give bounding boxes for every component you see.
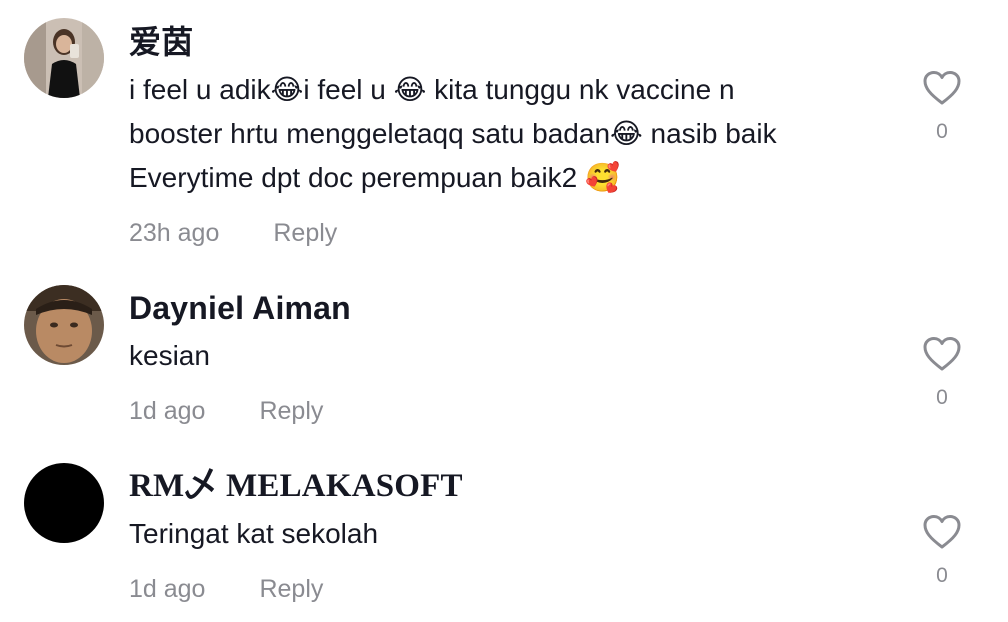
avatar[interactable] [24,18,104,98]
comment-username[interactable]: 爱茵 [129,22,193,62]
avatar-photo [24,18,104,98]
comment-text: kesian [129,334,889,378]
like-control: 0 [920,70,964,144]
avatar-photo [24,285,104,365]
comment-username[interactable]: Dayniel Aiman [129,288,351,328]
reply-button[interactable]: Reply [273,219,337,247]
avatar[interactable] [24,463,104,543]
like-count: 0 [936,564,948,587]
comment-meta: 23h ago Reply [129,218,337,248]
like-count: 0 [936,120,948,143]
comment-meta: 1d ago Reply [129,396,323,426]
comment-username[interactable]: RM乄 MELAKASOFT [129,466,463,506]
comment-timestamp: 23h ago [129,219,220,247]
like-control: 0 [920,336,964,410]
comment-text: i feel u adik😂i feel u 😂 kita tunggu nk … [129,68,889,200]
comment-text-line: i feel u adik😂i feel u 😂 kita tunggu nk … [129,74,735,105]
reply-button[interactable]: Reply [259,575,323,603]
like-count: 0 [936,386,948,409]
avatar-photo [24,463,104,543]
comment-text-line: booster hrtu menggeletaqq satu badan😂 na… [129,118,777,149]
comment-text-line: Teringat kat sekolah [129,518,379,549]
comment-text: Teringat kat sekolah [129,512,889,556]
comment-timestamp: 1d ago [129,397,206,425]
reply-button[interactable]: Reply [259,397,323,425]
comment-text-line: kesian [129,340,210,371]
comment-meta: 1d ago Reply [129,574,323,604]
heart-outline-icon[interactable] [922,514,962,550]
avatar[interactable] [24,285,104,365]
like-control: 0 [920,514,964,588]
comment-timestamp: 1d ago [129,575,206,603]
comment-text-line: Everytime dpt doc perempuan baik2 🥰 [129,162,620,193]
heart-outline-icon[interactable] [922,70,962,106]
heart-outline-icon[interactable] [922,336,962,372]
